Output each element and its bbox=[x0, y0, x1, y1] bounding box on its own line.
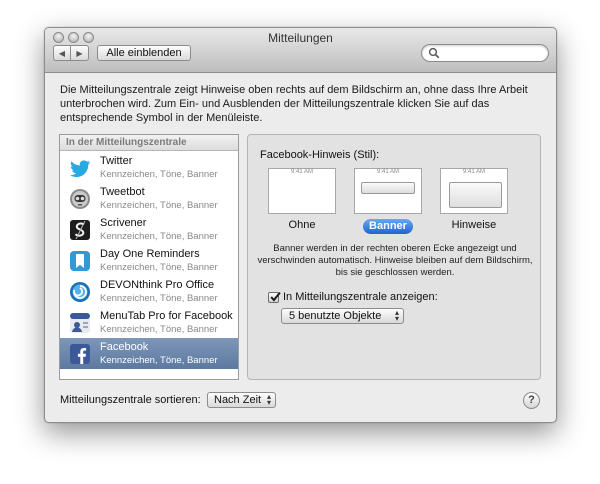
app-name: Tweetbot bbox=[100, 186, 145, 198]
app-subtitle: Kennzeichen, Töne, Banner bbox=[100, 355, 218, 366]
app-subtitle: Kennzeichen, Töne, Banner bbox=[100, 324, 218, 335]
app-name: Facebook bbox=[100, 341, 149, 353]
sort-value: Nach Zeit bbox=[214, 394, 262, 406]
app-subtitle: Kennzeichen, Töne, Banner bbox=[100, 262, 218, 273]
style-label-banner[interactable]: Banner bbox=[363, 219, 413, 234]
search-icon bbox=[428, 47, 440, 59]
description-text: Die Mitteilungszentrale zeigt Hinweise o… bbox=[60, 84, 528, 124]
search-field[interactable] bbox=[421, 44, 549, 62]
preview-time: 9:41 AM bbox=[290, 169, 313, 175]
show-all-button[interactable]: Alle einblenden bbox=[97, 45, 191, 61]
item-count-popup[interactable]: 5 benutzte Objekte ▴ ▾ bbox=[281, 308, 404, 324]
sort-popup[interactable]: Nach Zeit ▴ ▾ bbox=[207, 392, 276, 408]
updown-arrows-icon: ▴ ▾ bbox=[394, 308, 399, 323]
help-button[interactable]: ? bbox=[523, 392, 540, 409]
alert-style-heading: Facebook-Hinweis (Stil): bbox=[260, 149, 380, 161]
style-preview-banner[interactable]: 9:41 AM bbox=[354, 168, 422, 214]
list-item-scrivener[interactable]: Scrivener Kennzeichen, Töne, Banner bbox=[60, 214, 238, 245]
style-preview-alerts[interactable]: 9:41 AM bbox=[440, 168, 508, 214]
sort-label: Mitteilungszentrale sortieren: bbox=[60, 394, 201, 406]
settings-panel: Facebook-Hinweis (Stil): 9:41 AM 9:41 AM… bbox=[247, 134, 541, 380]
app-subtitle: Kennzeichen, Töne, Banner bbox=[100, 231, 218, 242]
alert-sample bbox=[449, 182, 502, 208]
style-label-alerts[interactable]: Hinweise bbox=[440, 219, 508, 231]
app-subtitle: Kennzeichen, Töne, Banner bbox=[100, 169, 218, 180]
back-arrow-icon: ◀ bbox=[58, 48, 66, 58]
list-item-day-one-reminders[interactable]: Day One Reminders Kennzeichen, Töne, Ban… bbox=[60, 245, 238, 276]
show-in-center-checkbox[interactable] bbox=[268, 292, 281, 303]
style-label-none[interactable]: Ohne bbox=[268, 219, 336, 231]
preferences-window: Mitteilungen ◀ ▶ Alle einblenden Die Mit… bbox=[44, 27, 557, 423]
nav-group: ◀ ▶ bbox=[53, 45, 90, 63]
bookmark-icon bbox=[70, 251, 90, 271]
item-count-value: 5 benutzte Objekte bbox=[289, 310, 382, 322]
app-subtitle: Kennzeichen, Töne, Banner bbox=[100, 293, 218, 304]
style-preview-none[interactable]: 9:41 AM bbox=[268, 168, 336, 214]
show-in-center-label[interactable]: In Mitteilungszentrale anzeigen: bbox=[283, 291, 438, 303]
forward-arrow-icon: ▶ bbox=[76, 48, 83, 58]
list-item-tweetbot[interactable]: Tweetbot Kennzeichen, Töne, Banner bbox=[60, 183, 238, 214]
app-name: DEVONthink Pro Office bbox=[100, 279, 215, 291]
updown-arrows-icon: ▴ ▾ bbox=[266, 392, 271, 407]
preview-time: 9:41 AM bbox=[376, 169, 399, 175]
banner-sample bbox=[361, 182, 415, 194]
app-list[interactable]: In der Mitteilungszentrale Twitter Kennz… bbox=[59, 134, 239, 380]
devonthink-icon bbox=[70, 282, 90, 302]
preview-time: 9:41 AM bbox=[462, 169, 485, 175]
list-item-menutab[interactable]: MenuTab Pro for Facebook Kennzeichen, Tö… bbox=[60, 307, 238, 338]
menutab-icon bbox=[70, 313, 90, 333]
app-name: Scrivener bbox=[100, 217, 147, 229]
app-subtitle: Kennzeichen, Töne, Banner bbox=[100, 200, 218, 211]
app-name: Twitter bbox=[100, 155, 133, 167]
list-item-devonthink[interactable]: DEVONthink Pro Office Kennzeichen, Töne,… bbox=[60, 276, 238, 307]
app-name: MenuTab Pro for Facebook bbox=[100, 310, 233, 322]
style-info-text: Banner werden in der rechten oberen Ecke… bbox=[257, 243, 533, 278]
titlebar: Mitteilungen ◀ ▶ Alle einblenden bbox=[45, 28, 556, 73]
scrivener-icon bbox=[70, 220, 90, 240]
facebook-icon bbox=[70, 344, 90, 364]
app-name: Day One Reminders bbox=[100, 248, 200, 260]
list-item-facebook[interactable]: Facebook Kennzeichen, Töne, Banner bbox=[60, 338, 238, 369]
window-title: Mitteilungen bbox=[268, 31, 333, 45]
tweetbot-robot-icon bbox=[70, 189, 90, 209]
list-item-twitter[interactable]: Twitter Kennzeichen, Töne, Banner bbox=[60, 152, 238, 183]
forward-button[interactable]: ▶ bbox=[71, 45, 89, 61]
back-button[interactable]: ◀ bbox=[53, 45, 71, 61]
twitter-bird-icon bbox=[70, 160, 90, 177]
list-section-header: In der Mitteilungszentrale bbox=[60, 135, 238, 151]
checkmark-icon bbox=[270, 292, 281, 302]
